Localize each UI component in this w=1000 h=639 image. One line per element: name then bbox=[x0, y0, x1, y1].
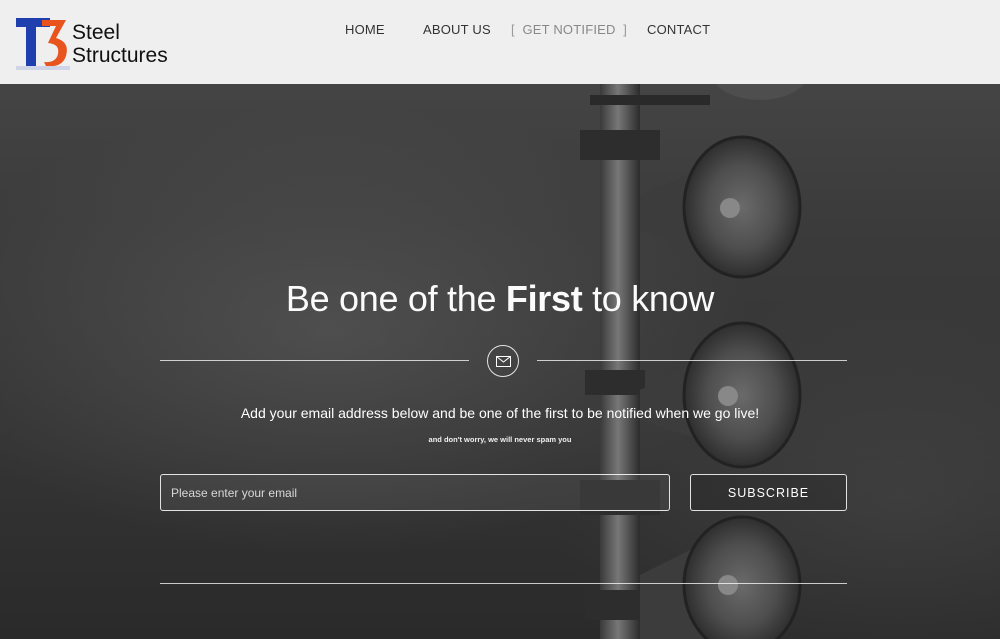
nav-bracket-close: ] bbox=[623, 22, 628, 37]
nav-get-notified-label: GET NOTIFIED bbox=[522, 22, 616, 37]
hero-lead-text: Add your email address below and be one … bbox=[240, 405, 760, 421]
headline-bold: First bbox=[505, 278, 583, 319]
brand-name-line2: Structures bbox=[72, 44, 168, 67]
hero-fineprint: and don't worry, we will never spam you bbox=[428, 435, 572, 444]
nav-about-us[interactable]: ABOUT US bbox=[423, 22, 491, 37]
email-input[interactable] bbox=[160, 474, 670, 511]
subscribe-button[interactable]: SUBSCRIBE bbox=[690, 474, 847, 511]
hero-headline: Be one of the First to know bbox=[0, 278, 1000, 320]
headline-post: to know bbox=[582, 278, 715, 319]
nav-bracket-open: [ bbox=[511, 22, 515, 37]
divider-right bbox=[537, 360, 847, 361]
headline-pre: Be one of the bbox=[285, 278, 506, 319]
divider-left bbox=[160, 360, 469, 361]
divider-bottom bbox=[160, 583, 847, 584]
nav-get-notified[interactable]: [ GET NOTIFIED ] bbox=[511, 22, 627, 37]
main-nav: HOME ABOUT US [ GET NOTIFIED ] CONTACT bbox=[0, 22, 1000, 42]
site-header: Steel Structures HOME ABOUT US [ GET NOT… bbox=[0, 0, 1000, 84]
nav-contact[interactable]: CONTACT bbox=[647, 22, 710, 37]
envelope-icon bbox=[487, 345, 519, 377]
nav-home[interactable]: HOME bbox=[345, 22, 385, 37]
